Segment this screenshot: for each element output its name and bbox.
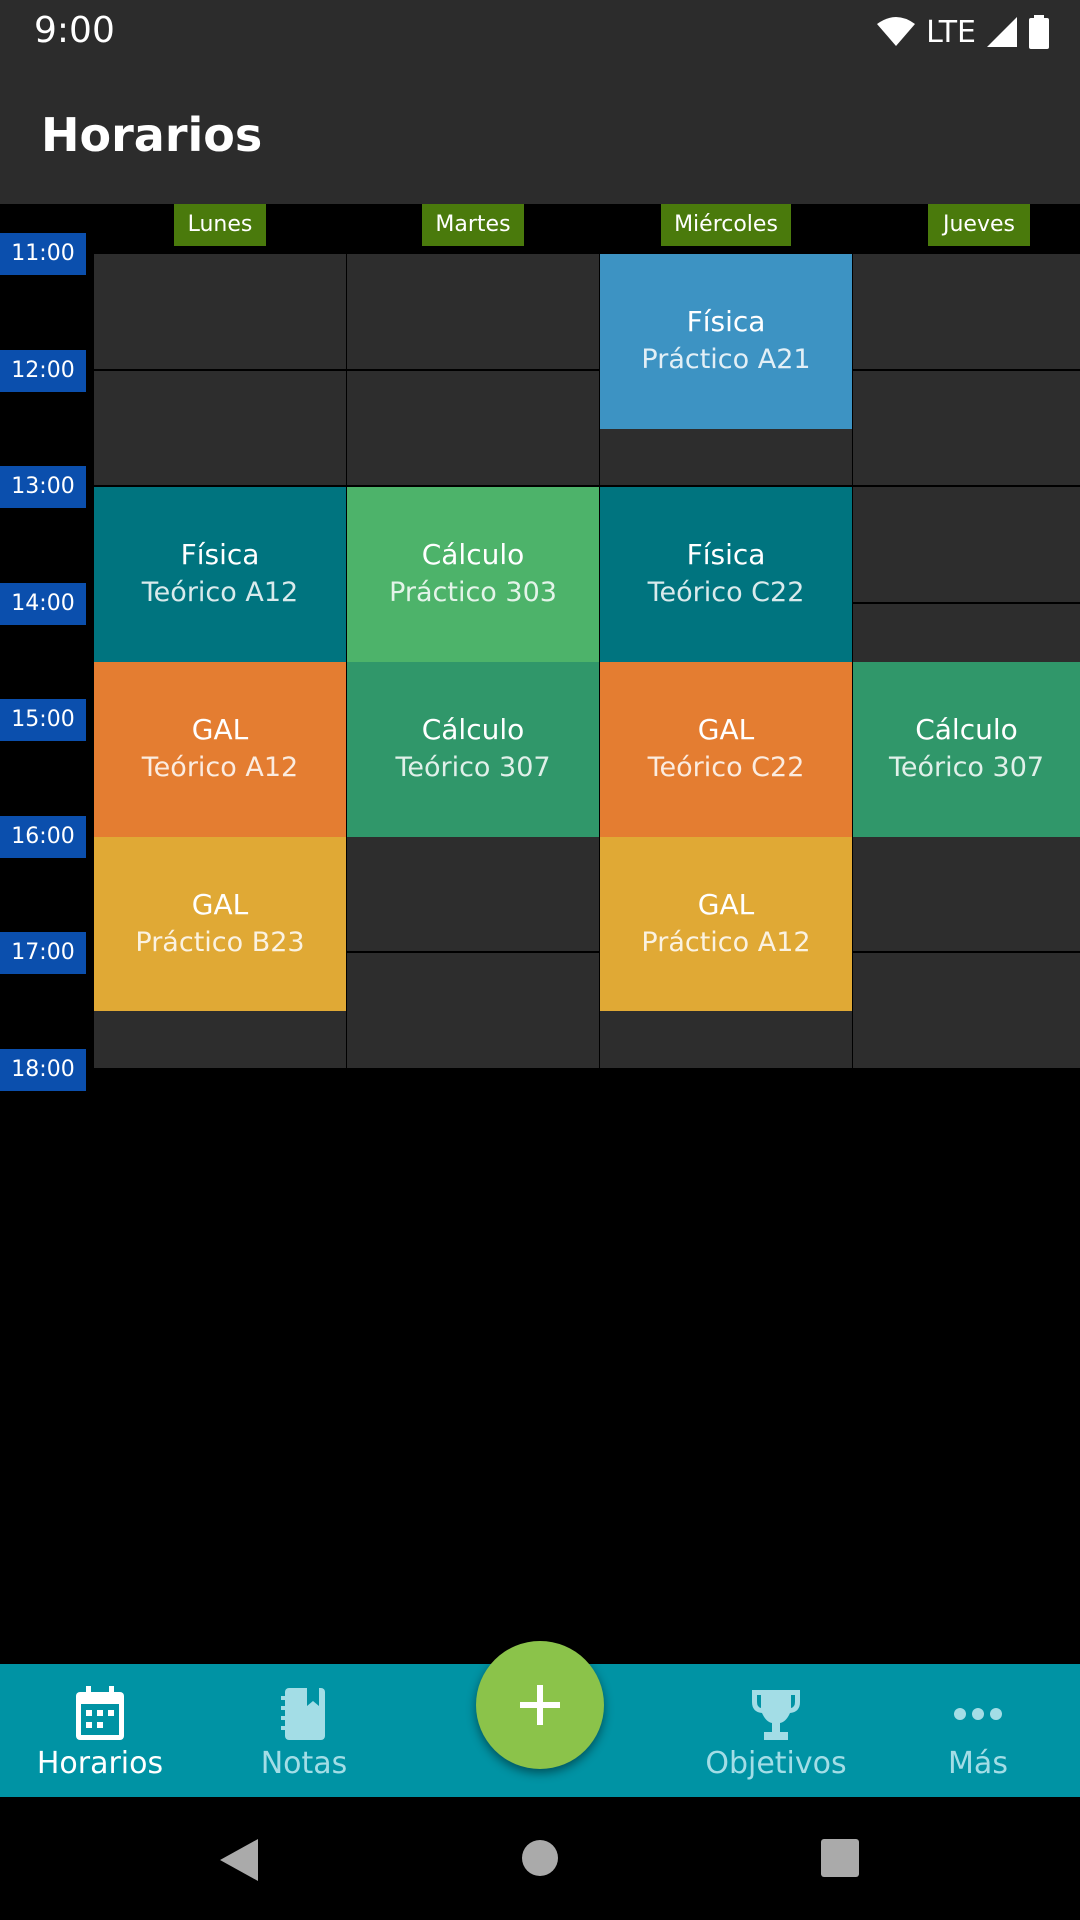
course-name: Física — [686, 305, 766, 339]
calendar-icon — [76, 1686, 124, 1740]
course-room: Teórico 307 — [395, 752, 551, 784]
nav-label-mas: Más — [948, 1746, 1008, 1781]
course-name: GAL — [697, 887, 755, 921]
battery-icon — [1029, 15, 1049, 49]
course-room: Teórico A12 — [141, 752, 299, 784]
empty-slot[interactable] — [853, 370, 1080, 485]
status-bar: 9:00 LTE — [0, 0, 1080, 62]
empty-slot[interactable] — [347, 836, 599, 951]
course-block-calculo-martes[interactable]: Cálculo Práctico 303 — [347, 487, 599, 662]
course-room: Teórico 307 — [888, 752, 1045, 784]
empty-slot[interactable] — [94, 370, 346, 485]
course-name: Física — [180, 538, 260, 572]
course-block-gal-lunes[interactable]: GAL Teórico A12 — [94, 661, 346, 837]
course-room: Práctico A21 — [641, 344, 811, 376]
course-room: Práctico 303 — [389, 577, 557, 609]
trophy-icon — [752, 1690, 800, 1740]
day-header-jueves: Jueves — [928, 204, 1030, 246]
course-block-calculo-jueves[interactable]: Cálculo Teórico 307 — [853, 661, 1080, 837]
notebook-icon — [281, 1688, 325, 1740]
wifi-icon — [877, 17, 916, 46]
nav-item-horarios[interactable]: Horarios — [0, 1664, 200, 1797]
status-time: 9:00 — [34, 10, 115, 51]
empty-slot[interactable] — [94, 254, 346, 369]
course-name: Cálculo — [421, 538, 525, 572]
course-block-fisica-miercoles[interactable]: Física Teórico C22 — [600, 487, 852, 662]
course-name: GAL — [191, 887, 249, 921]
nav-item-mas[interactable]: Más — [878, 1664, 1078, 1797]
time-label-1800: 18:00 — [0, 1048, 86, 1091]
course-block-gal-miercoles[interactable]: GAL Teórico C22 — [600, 661, 852, 837]
time-label-1100: 11:00 — [0, 233, 86, 275]
course-room: Teórico C22 — [647, 577, 805, 609]
course-block-fisica-lunes[interactable]: Física Teórico A12 — [94, 487, 346, 662]
add-fab-button[interactable] — [476, 1641, 604, 1769]
system-nav-bar — [0, 1797, 1080, 1920]
course-room: Teórico A12 — [141, 577, 299, 609]
empty-slot[interactable] — [853, 836, 1080, 951]
time-label-1500: 15:00 — [0, 699, 86, 741]
course-name: GAL — [191, 713, 249, 747]
time-label-1400: 14:00 — [0, 582, 86, 625]
day-header-martes: Martes — [422, 204, 524, 246]
schedule-grid: Lunes Martes Miércoles Jueves 11:00 12:00 13:0… — [0, 204, 1080, 1091]
back-icon[interactable] — [218, 1837, 260, 1883]
course-room: Práctico B23 — [135, 926, 305, 958]
course-room: Teórico C22 — [647, 752, 805, 784]
plus-icon — [520, 1685, 560, 1725]
course-block-calculo-martes[interactable]: Cálculo Teórico 307 — [347, 661, 599, 837]
nav-item-notas[interactable]: Notas — [204, 1664, 404, 1797]
recents-icon[interactable] — [821, 1839, 859, 1877]
signal-icon — [987, 17, 1017, 47]
empty-slot[interactable] — [853, 254, 1080, 369]
course-name: Física — [686, 538, 766, 572]
empty-slot[interactable] — [347, 254, 599, 369]
day-header-miercoles: Miércoles — [661, 204, 791, 246]
empty-slot[interactable] — [347, 953, 599, 1068]
course-name: GAL — [697, 713, 755, 747]
time-label-1600: 16:00 — [0, 815, 86, 858]
nav-label-horarios: Horarios — [36, 1746, 164, 1781]
empty-slot[interactable] — [347, 370, 599, 485]
nav-item-objetivos[interactable]: Objetivos — [676, 1664, 876, 1797]
time-label-1200: 12:00 — [0, 349, 86, 392]
course-block-gal-lunes[interactable]: GAL Práctico B23 — [94, 836, 346, 1012]
course-name: Cálculo — [421, 713, 525, 747]
course-block-fisica-miercoles[interactable]: Física Práctico A21 — [600, 254, 852, 429]
empty-slot[interactable] — [853, 953, 1080, 1068]
time-label-1300: 13:00 — [0, 466, 86, 508]
page-title: Horarios — [41, 108, 263, 162]
app-bar: Horarios — [0, 62, 1080, 204]
nav-label-objetivos: Objetivos — [705, 1746, 847, 1781]
network-type: LTE — [926, 14, 976, 50]
status-icons: LTE — [876, 12, 1050, 52]
home-icon[interactable] — [521, 1839, 559, 1877]
time-label-1700: 17:00 — [0, 932, 86, 974]
more-horizontal-icon — [954, 1708, 1002, 1720]
course-block-gal-miercoles[interactable]: GAL Práctico A12 — [600, 836, 852, 1012]
course-room: Práctico A12 — [641, 926, 811, 958]
empty-slot[interactable] — [853, 487, 1080, 602]
day-header-lunes: Lunes — [174, 204, 266, 246]
nav-label-notas: Notas — [260, 1746, 348, 1781]
course-name: Cálculo — [915, 713, 1018, 747]
